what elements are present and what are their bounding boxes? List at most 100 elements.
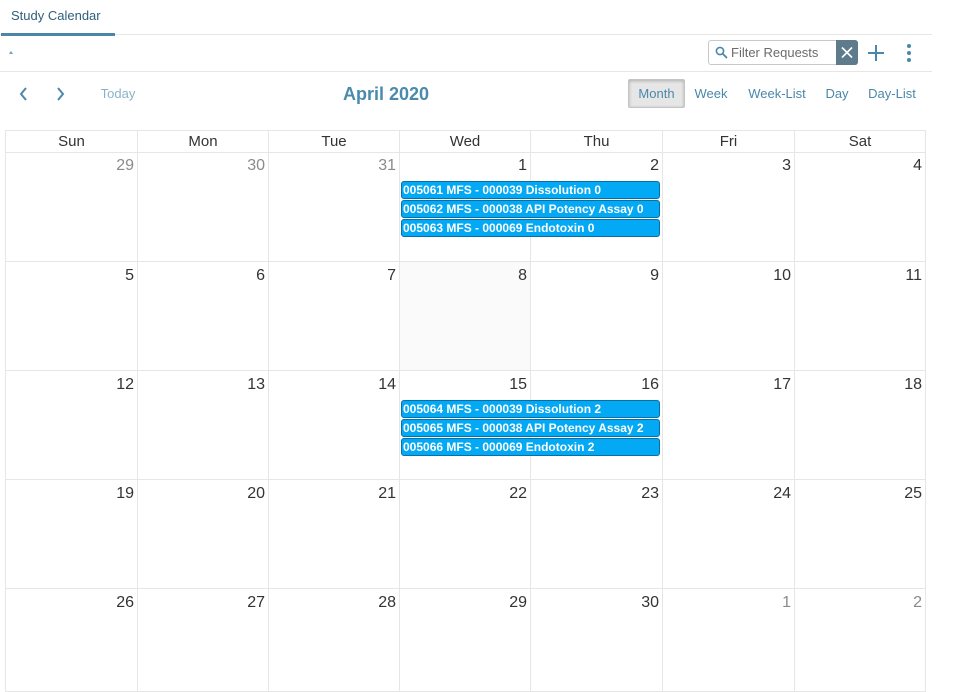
day-number[interactable]: 24 <box>773 485 791 503</box>
day-cell[interactable]: 7 <box>268 262 399 370</box>
tab-study-calendar[interactable]: Study Calendar <box>0 0 115 36</box>
day-cell[interactable]: 30 <box>530 589 662 691</box>
day-cell[interactable]: 18 <box>794 371 926 479</box>
day-number[interactable]: 1 <box>782 594 791 612</box>
more-options-button[interactable] <box>902 43 916 63</box>
study-calendar-app: Study Calendar Filter Requests Today Apr… <box>0 0 958 692</box>
day-cell[interactable]: 26 <box>5 589 137 691</box>
day-cell[interactable]: 3 <box>662 152 794 261</box>
day-cell[interactable]: 24 <box>662 480 794 588</box>
view-week-button[interactable]: Week <box>690 79 732 108</box>
day-number[interactable]: 1 <box>518 157 527 175</box>
day-number[interactable]: 25 <box>904 485 922 503</box>
calendar-event[interactable]: 005062 MFS - 000038 API Potency Assay 0 <box>401 200 660 218</box>
day-cell[interactable]: 25 <box>794 480 926 588</box>
day-number[interactable]: 20 <box>247 485 265 503</box>
weekday-header-sat: Sat <box>794 131 926 153</box>
day-number[interactable]: 26 <box>116 594 134 612</box>
day-cell[interactable]: 29 <box>399 589 530 691</box>
caret-up-icon[interactable] <box>8 51 15 55</box>
day-cell[interactable]: 1 <box>662 589 794 691</box>
day-cell[interactable]: 19 <box>5 480 137 588</box>
filter-requests-input[interactable] <box>731 42 837 63</box>
view-day-button[interactable]: Day <box>821 79 853 108</box>
plus-icon <box>868 45 884 61</box>
day-cell[interactable]: 27 <box>137 589 268 691</box>
day-cell[interactable]: 9 <box>530 262 662 370</box>
weekday-header-tue: Tue <box>268 131 399 153</box>
day-number[interactable]: 22 <box>509 485 527 503</box>
day-number[interactable]: 3 <box>782 157 791 175</box>
day-number[interactable]: 5 <box>125 267 134 285</box>
day-cell[interactable]: 11 <box>794 262 926 370</box>
view-month-button[interactable]: Month <box>628 79 685 108</box>
calendar-event[interactable]: 005066 MFS - 000069 Endotoxin 2 <box>401 438 660 456</box>
day-number[interactable]: 23 <box>641 485 659 503</box>
day-number[interactable]: 4 <box>913 157 922 175</box>
day-cell[interactable]: 23 <box>530 480 662 588</box>
day-number[interactable]: 11 <box>905 267 922 285</box>
day-number[interactable]: 21 <box>378 485 396 503</box>
day-cell[interactable]: 29 <box>5 152 137 261</box>
weekday-header-row: Sun Mon Tue Wed Thu Fri Sat <box>5 130 926 153</box>
weekday-header-sun: Sun <box>5 131 137 153</box>
day-cell[interactable]: 22 <box>399 480 530 588</box>
calendar-event[interactable]: 005065 MFS - 000038 API Potency Assay 2 <box>401 419 660 437</box>
more-vertical-icon <box>907 44 911 62</box>
day-number[interactable]: 29 <box>116 157 134 175</box>
day-number[interactable]: 30 <box>247 157 265 175</box>
day-number[interactable]: 2 <box>650 157 659 175</box>
day-number[interactable]: 13 <box>247 376 265 394</box>
day-number[interactable]: 16 <box>641 376 659 394</box>
day-cell[interactable]: 17 <box>662 371 794 479</box>
day-number[interactable]: 14 <box>378 376 396 394</box>
month-grid: Sun Mon Tue Wed Thu Fri Sat 29 30 31 1 2 3 4 005061 M… <box>5 130 926 692</box>
day-number[interactable]: 27 <box>247 594 265 612</box>
next-month-button[interactable] <box>51 84 69 104</box>
day-number[interactable]: 19 <box>116 485 134 503</box>
tab-bar: Study Calendar <box>0 0 932 36</box>
calendar-title: April 2020 <box>342 84 430 104</box>
day-number[interactable]: 6 <box>256 267 265 285</box>
day-number[interactable]: 2 <box>913 594 922 612</box>
view-day-list-button[interactable]: Day-List <box>862 79 922 108</box>
day-cell[interactable]: 31 <box>268 152 399 261</box>
day-cell-today[interactable]: 8 <box>399 262 530 370</box>
day-number[interactable]: 10 <box>773 267 791 285</box>
day-number[interactable]: 18 <box>904 376 922 394</box>
day-cell[interactable]: 12 <box>5 371 137 479</box>
calendar-event[interactable]: 005063 MFS - 000069 Endotoxin 0 <box>401 219 660 237</box>
day-number[interactable]: 29 <box>509 594 527 612</box>
day-cell[interactable]: 28 <box>268 589 399 691</box>
day-number[interactable]: 28 <box>378 594 396 612</box>
day-cell[interactable]: 4 <box>794 152 926 261</box>
filter-requests-field[interactable] <box>708 40 858 65</box>
day-number[interactable]: 9 <box>650 267 659 285</box>
view-week-list-button[interactable]: Week-List <box>742 79 812 108</box>
previous-month-button[interactable] <box>15 84 33 104</box>
day-cell[interactable]: 5 <box>5 262 137 370</box>
search-icon <box>715 46 728 59</box>
week-row: 19 20 21 22 23 24 25 <box>5 480 926 589</box>
clear-filter-button[interactable] <box>836 40 858 65</box>
day-cell[interactable]: 13 <box>137 371 268 479</box>
calendar-event[interactable]: 005064 MFS - 000039 Dissolution 2 <box>401 400 660 418</box>
day-number[interactable]: 15 <box>509 376 527 394</box>
day-number[interactable]: 31 <box>378 157 396 175</box>
day-cell[interactable]: 21 <box>268 480 399 588</box>
day-cell[interactable]: 14 <box>268 371 399 479</box>
day-number[interactable]: 7 <box>387 267 396 285</box>
calendar-event[interactable]: 005061 MFS - 000039 Dissolution 0 <box>401 181 660 199</box>
week-row: 12 13 14 15 16 17 18 005064 MFS - 000039 Dissol… <box>5 371 926 480</box>
day-cell[interactable]: 6 <box>137 262 268 370</box>
day-cell[interactable]: 20 <box>137 480 268 588</box>
today-button[interactable]: Today <box>92 83 144 105</box>
day-number[interactable]: 8 <box>518 267 527 285</box>
day-number[interactable]: 17 <box>773 376 791 394</box>
add-request-button[interactable] <box>866 43 886 63</box>
day-cell[interactable]: 30 <box>137 152 268 261</box>
day-number[interactable]: 30 <box>641 594 659 612</box>
day-number[interactable]: 12 <box>116 376 134 394</box>
day-cell[interactable]: 2 <box>794 589 926 691</box>
day-cell[interactable]: 10 <box>662 262 794 370</box>
